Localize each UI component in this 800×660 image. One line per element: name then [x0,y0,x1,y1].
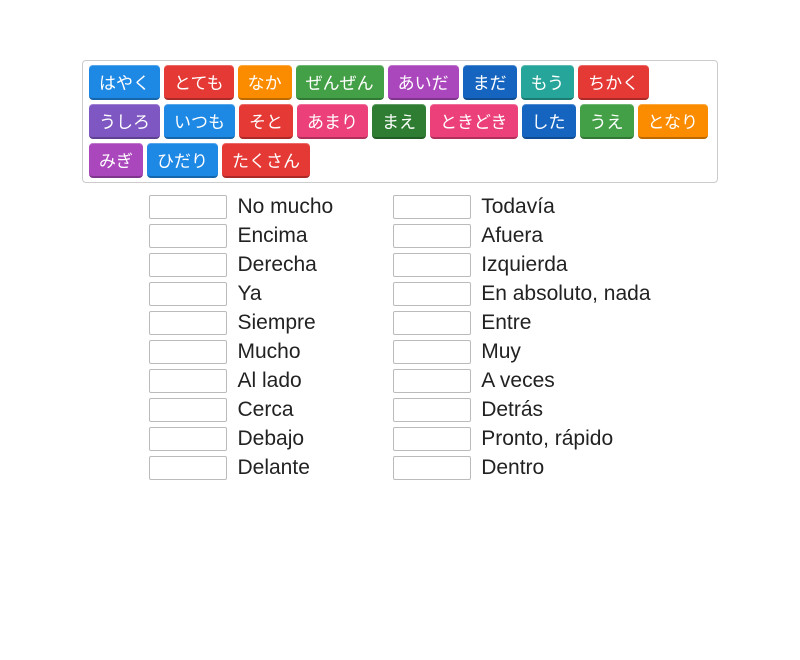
answer-label: Muy [481,340,521,364]
answer-label: Debajo [237,427,304,451]
answer-row: Derecha [149,253,333,277]
drop-slot[interactable] [393,369,471,393]
drop-slot[interactable] [393,224,471,248]
answer-row: Muy [393,340,650,364]
answer-row: Encima [149,224,333,248]
answer-label: A veces [481,369,555,393]
answer-label: No mucho [237,195,333,219]
word-tile[interactable]: はやく [89,65,160,100]
word-tile[interactable]: いつも [164,104,235,139]
word-tile[interactable]: とても [164,65,234,100]
answer-row: Pronto, rápido [393,427,650,451]
answer-label: Mucho [237,340,300,364]
answer-row: A veces [393,369,650,393]
answer-label: Afuera [481,224,543,248]
answer-label: Ya [237,282,261,306]
answer-row: Debajo [149,427,333,451]
answer-row: Al lado [149,369,333,393]
drop-slot[interactable] [393,398,471,422]
word-tile[interactable]: もう [521,65,575,100]
word-tile[interactable]: した [522,104,576,139]
word-tile[interactable]: みぎ [89,143,143,178]
word-tile[interactable]: なか [238,65,292,100]
word-bank: はやくとてもなかぜんぜんあいだまだもうちかくうしろいつもそとあまりまえときどきし… [82,60,718,183]
drop-slot[interactable] [149,398,227,422]
word-tile[interactable]: ひだり [147,143,218,178]
answer-label: Al lado [237,369,301,393]
drop-slot[interactable] [149,282,227,306]
word-tile[interactable]: ちかく [578,65,649,100]
answers-column-left: No mucho Encima Derecha Ya Siempre Mucho Al la… [149,195,333,480]
answer-row: Cerca [149,398,333,422]
drop-slot[interactable] [149,195,227,219]
answer-row: Siempre [149,311,333,335]
answer-row: No mucho [149,195,333,219]
answer-label: Siempre [237,311,315,335]
answer-row: Mucho [149,340,333,364]
answer-label: Todavía [481,195,555,219]
answer-label: Pronto, rápido [481,427,613,451]
answer-row: Dentro [393,456,650,480]
drop-slot[interactable] [393,427,471,451]
drop-slot[interactable] [393,195,471,219]
answer-label: Izquierda [481,253,567,277]
drop-slot[interactable] [393,311,471,335]
word-tile[interactable]: ぜんぜん [296,65,384,100]
drop-slot[interactable] [149,369,227,393]
answer-label: Encima [237,224,307,248]
drop-slot[interactable] [149,456,227,480]
answer-label: En absoluto, nada [481,282,650,306]
word-tile[interactable]: となり [638,104,709,139]
answer-row: En absoluto, nada [393,282,650,306]
answer-row: Ya [149,282,333,306]
word-tile[interactable]: あいだ [388,65,459,100]
word-tile[interactable]: たくさん [222,143,310,178]
word-tile[interactable]: うしろ [89,104,160,139]
drop-slot[interactable] [149,311,227,335]
word-tile[interactable]: ときどき [430,104,518,139]
word-tile[interactable]: まえ [372,104,426,139]
answer-row: Todavía [393,195,650,219]
word-tile[interactable]: うえ [580,104,634,139]
drop-slot[interactable] [393,253,471,277]
drop-slot[interactable] [393,340,471,364]
answer-row: Entre [393,311,650,335]
drop-slot[interactable] [149,224,227,248]
answer-row: Delante [149,456,333,480]
answer-label: Dentro [481,456,544,480]
answer-row: Afuera [393,224,650,248]
drop-slot[interactable] [393,456,471,480]
answers-area: No mucho Encima Derecha Ya Siempre Mucho Al la… [0,195,800,480]
answer-row: Izquierda [393,253,650,277]
answer-row: Detrás [393,398,650,422]
drop-slot[interactable] [149,427,227,451]
answer-label: Detrás [481,398,543,422]
drop-slot[interactable] [149,340,227,364]
word-tile[interactable]: あまり [297,104,368,139]
drop-slot[interactable] [149,253,227,277]
drop-slot[interactable] [393,282,471,306]
word-tile[interactable]: まだ [463,65,517,100]
answers-column-right: Todavía Afuera Izquierda En absoluto, nada E… [393,195,650,480]
word-tile[interactable]: そと [239,104,293,139]
answer-label: Cerca [237,398,293,422]
answer-label: Delante [237,456,309,480]
answer-label: Derecha [237,253,316,277]
answer-label: Entre [481,311,531,335]
